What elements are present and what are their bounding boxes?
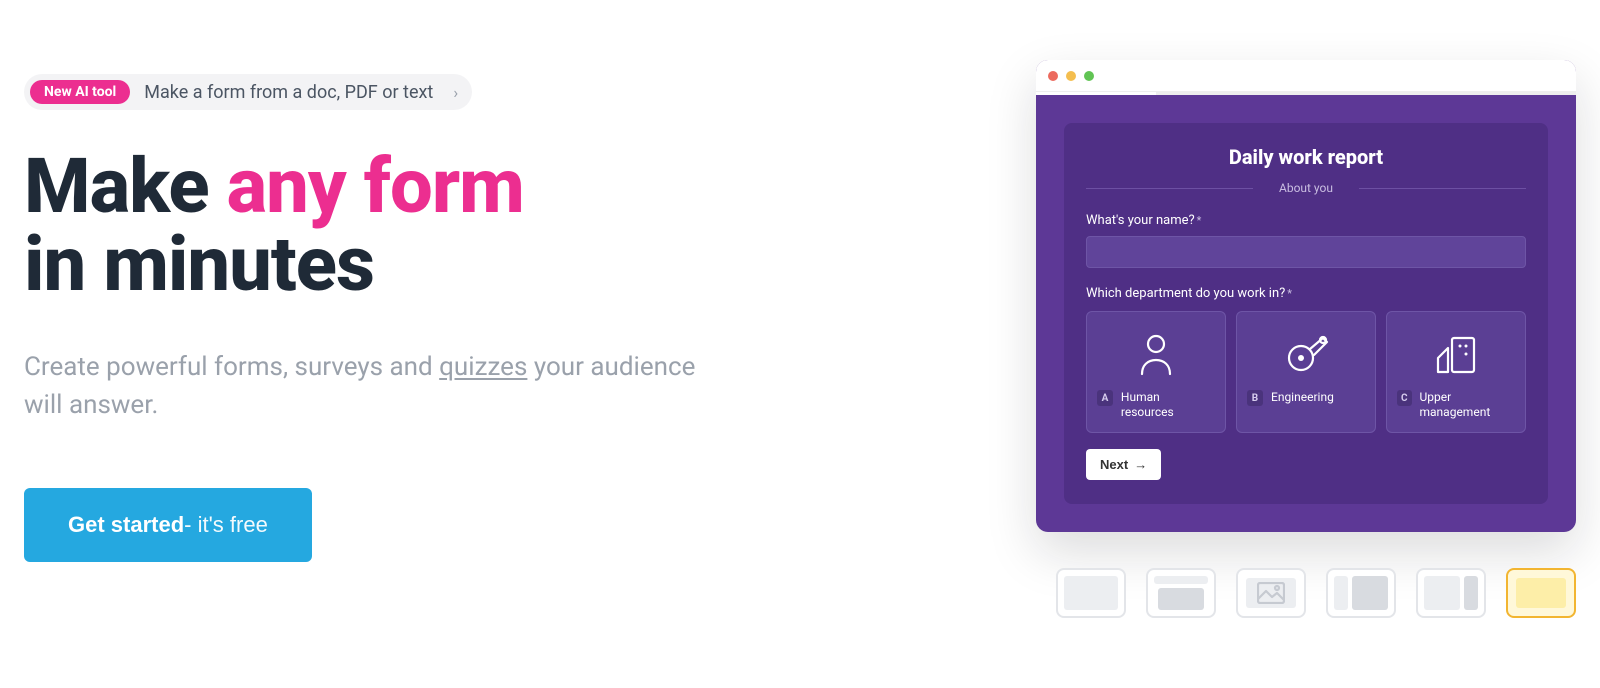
sub-part1: Create powerful forms, surveys and [24,352,439,382]
template-thumb-4[interactable] [1326,568,1396,618]
question-2-label: Which department do you work in?* [1086,286,1526,301]
image-icon [1246,578,1296,608]
question-1-text: What's your name? [1086,213,1195,228]
template-thumb-5[interactable] [1416,568,1486,618]
template-thumbnails [1056,568,1576,618]
chevron-right-icon: › [453,83,458,102]
next-label: Next [1100,457,1128,472]
option-upper-management[interactable]: C Upper management [1386,311,1526,433]
option-key: A [1097,390,1113,406]
banner-text: Make a form from a doc, PDF or text [144,82,433,103]
tool-icon [1283,326,1329,382]
form-title: Daily work report [1086,145,1526,169]
template-thumb-2[interactable] [1146,568,1216,618]
window-close-icon [1048,71,1058,81]
name-input[interactable] [1086,236,1526,268]
window-minimize-icon [1066,71,1076,81]
option-key: C [1397,390,1412,406]
headline-part2: in minutes [24,219,374,309]
arrow-right-icon: → [1134,457,1147,472]
question-1-label: What's your name?* [1086,213,1526,228]
form-section-label: About you [1086,181,1526,195]
required-asterisk: * [1287,287,1292,300]
sub-underlined: quizzes [439,352,527,382]
progress-bar [1036,92,1576,95]
next-button[interactable]: Next → [1086,449,1161,480]
cta-rest: - it's free [184,512,268,538]
window-titlebar [1036,60,1576,92]
required-asterisk: * [1197,214,1202,227]
ai-tool-banner[interactable]: New AI tool Make a form from a doc, PDF … [24,74,472,110]
sub-headline: Create powerful forms, surveys and quizz… [24,349,704,424]
page-headline: Make any form in minutes [24,148,784,303]
window-maximize-icon [1084,71,1094,81]
option-engineering[interactable]: B Engineering [1236,311,1376,433]
option-label: Upper management [1420,390,1516,420]
form-preview-window: Daily work report About you What's your … [1036,60,1576,532]
get-started-button[interactable]: Get started - it's free [24,488,312,562]
form-card: Daily work report About you What's your … [1064,123,1548,504]
template-thumb-1[interactable] [1056,568,1126,618]
question-2-text: Which department do you work in? [1086,286,1285,301]
option-key: B [1247,390,1263,406]
headline-accent: any form [227,141,524,231]
template-thumb-6[interactable] [1506,568,1576,618]
headline-part1: Make [24,141,227,231]
template-thumb-3[interactable] [1236,568,1306,618]
option-label: Human resources [1121,390,1215,420]
building-icon [1434,326,1478,382]
option-human-resources[interactable]: A Human resources [1086,311,1226,433]
cta-bold: Get started [68,512,184,538]
new-ai-badge: New AI tool [30,80,130,104]
option-label: Engineering [1271,390,1334,405]
person-icon [1136,326,1176,382]
